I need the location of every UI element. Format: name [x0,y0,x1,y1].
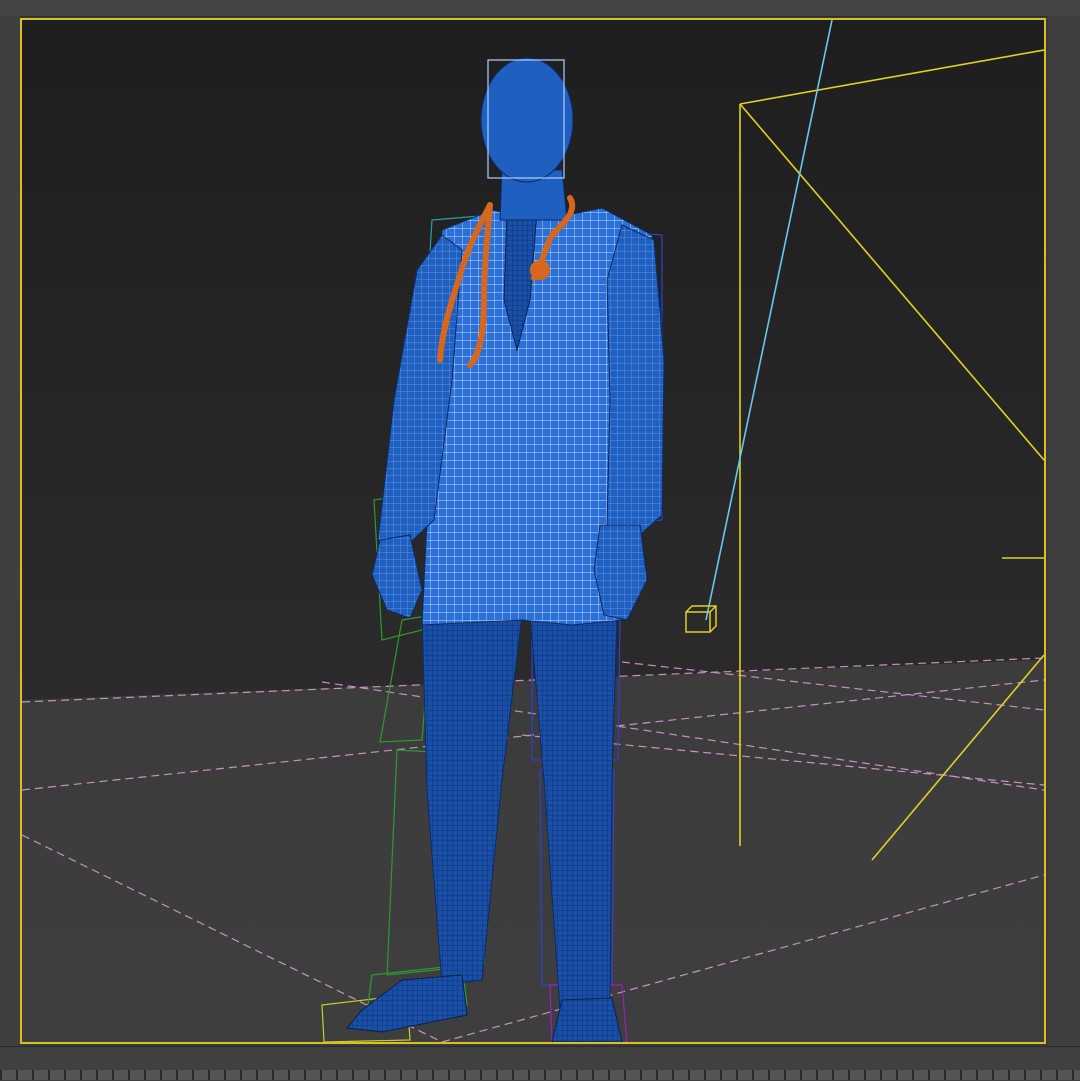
scene-canvas[interactable] [22,20,1044,1042]
cube-icon[interactable] [685,605,717,633]
right-panel-edge [1048,16,1080,1046]
perspective-viewport[interactable] [20,18,1046,1044]
left-panel-edge [0,16,20,1046]
right-hand-mesh [593,524,648,621]
timeline-ruler[interactable] [0,1070,1080,1080]
right-sleeve-mesh [606,224,665,541]
right-shoe-mesh [551,997,623,1042]
viewport-top-bar [0,0,1080,17]
floor-plane [22,660,1044,1042]
spot-light-ray [705,20,833,621]
head-mesh [480,57,574,183]
